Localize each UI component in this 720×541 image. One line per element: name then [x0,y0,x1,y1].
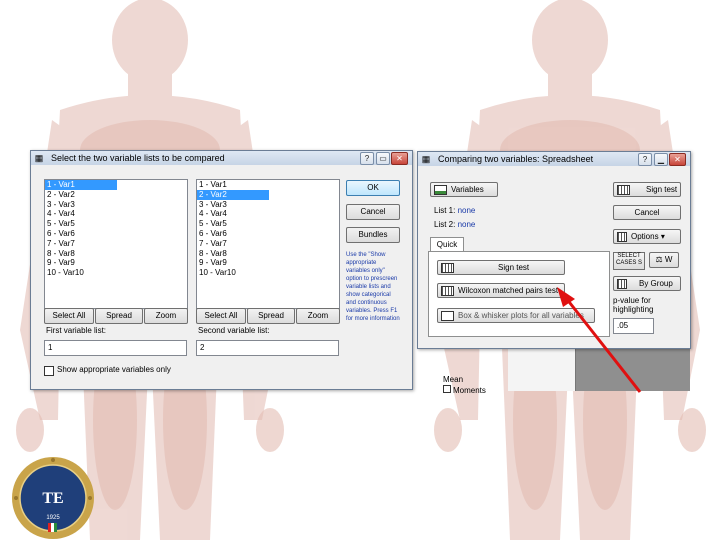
arrow-shaft [564,297,642,393]
logo-year: 1925 [46,515,60,521]
logo-initials: TE [42,490,63,507]
university-seal-logo: TE 1925 [12,457,94,539]
red-arrow-annotation [557,287,642,393]
